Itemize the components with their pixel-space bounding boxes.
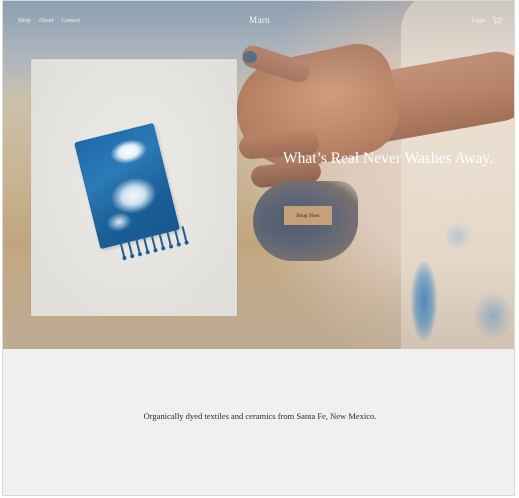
intro-section: Organically dyed textiles and ceramics f… (3, 349, 514, 495)
brand-logo[interactable]: Marn (3, 15, 514, 25)
hero-section: Shop About Contact Marn Login What’s Rea… (3, 1, 514, 349)
intro-text: Organically dyed textiles and ceramics f… (143, 411, 377, 421)
hero-title: What’s Real Never Washes Away. (283, 150, 493, 167)
account-nav: Login (472, 16, 502, 25)
shop-now-button[interactable]: Shop Now (284, 206, 332, 225)
page-frame: Shop About Contact Marn Login What’s Rea… (2, 0, 515, 496)
login-link[interactable]: Login (472, 18, 486, 24)
cart-icon[interactable] (492, 16, 502, 25)
